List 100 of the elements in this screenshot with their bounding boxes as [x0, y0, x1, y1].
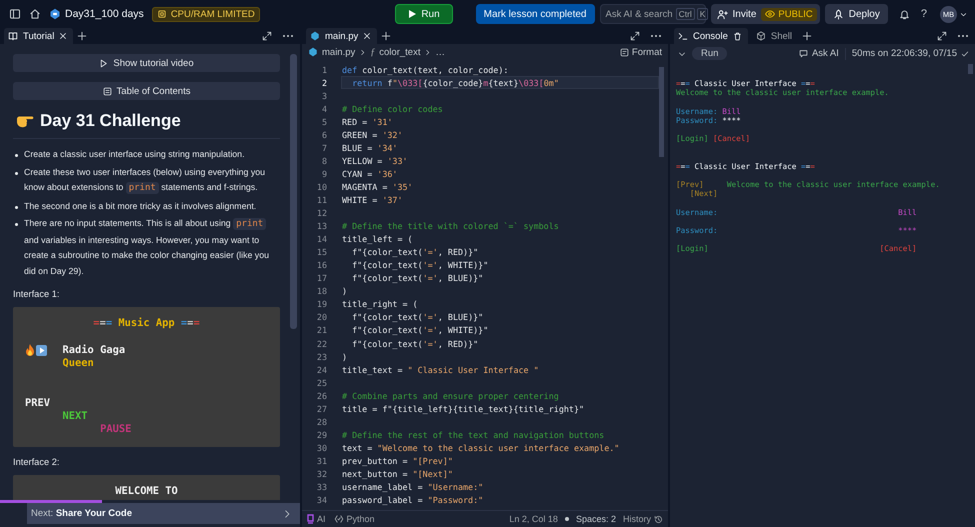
code-line[interactable]: CYAN = '36'	[341, 167, 659, 180]
tab[interactable]: main.py	[306, 28, 378, 44]
run-button[interactable]: Run	[395, 4, 453, 24]
cursor-position[interactable]: Ln 2, Col 18	[509, 514, 558, 524]
code-line[interactable]: f"{color_text('=', RED)}"	[341, 246, 659, 259]
ai-status[interactable]: AI	[307, 514, 326, 524]
close-icon[interactable]	[59, 32, 68, 40]
indent-setting[interactable]: Spaces: 2	[576, 514, 616, 524]
resource-badge[interactable]: CPU/RAM LIMITED	[152, 6, 260, 22]
mark-complete-button[interactable]: Mark lesson completed	[476, 4, 594, 24]
code-line[interactable]: def color_text(text, color_code):	[341, 63, 659, 76]
play-outline-icon	[99, 58, 108, 68]
format-button[interactable]: Format	[620, 46, 662, 58]
close-icon[interactable]	[363, 32, 372, 40]
code-line[interactable]: text = "Welcome to the classic user interface example."	[341, 441, 659, 454]
run-button[interactable]: Run	[692, 47, 728, 60]
visibility-badge[interactable]: PUBLIC	[761, 8, 817, 20]
output-text: WELCOME TO	[115, 484, 178, 498]
code-line[interactable]: f"{color_text('=', RED)}"	[341, 336, 659, 350]
plus-icon[interactable]	[381, 31, 392, 41]
ask-ai-button[interactable]: Ask AI	[798, 48, 839, 59]
bullet-text: Create a classic user interface using string manipulation.	[24, 148, 245, 161]
code-line[interactable]: # Combine parts and ensure proper centering	[341, 389, 659, 402]
expand-icon[interactable]	[262, 31, 272, 41]
code-line[interactable]: next_button = "[Next]"	[341, 467, 659, 480]
invite-button[interactable]: Invite PUBLIC	[710, 4, 820, 24]
key-cap: Ctrl	[676, 8, 695, 20]
code-line[interactable]: title_left = (	[341, 232, 659, 246]
code-line[interactable]: f"{color_text('=', BLUE)}"	[341, 272, 659, 285]
line-number: 13	[316, 221, 327, 232]
expand-icon[interactable]	[937, 31, 947, 41]
code-line[interactable]: YELLOW = '33'	[341, 154, 659, 168]
breadcrumb-item[interactable]: color_text	[379, 46, 420, 58]
code-line[interactable]: # Define the title with colored `=` symbols	[341, 220, 659, 233]
code-line[interactable]: )	[341, 350, 659, 364]
show-video-button[interactable]: Show tutorial video	[13, 54, 280, 72]
tab[interactable]: Tutorial	[4, 28, 74, 44]
breadcrumb-item[interactable]: …	[435, 46, 445, 58]
more-icon[interactable]	[650, 34, 662, 38]
eye-icon	[765, 9, 776, 19]
code-line[interactable]: MAGENTA = '35'	[341, 180, 659, 194]
code-line[interactable]: title_right = (	[341, 298, 659, 311]
project-name[interactable]: Day31_100 days	[65, 8, 144, 20]
breadcrumb-item[interactable]: main.py	[322, 46, 356, 58]
bullet-icon	[15, 154, 18, 157]
deploy-button[interactable]: Deploy	[824, 4, 888, 24]
line-number: 17	[316, 273, 327, 284]
bell-icon[interactable]	[898, 8, 910, 20]
code-line[interactable]: # Define the rest of the text and navigation buttons	[341, 428, 659, 442]
person-add-icon	[716, 8, 728, 20]
code-line[interactable]: BLUE = '34'	[341, 141, 659, 154]
tab[interactable]: Console	[674, 28, 748, 44]
expand-icon[interactable]	[630, 31, 640, 41]
line-number: 10	[316, 182, 327, 192]
code-line[interactable]: username_label = "Username:"	[341, 480, 659, 494]
output-text: PREV	[25, 396, 50, 410]
code-line[interactable]: RED = '31'	[341, 115, 659, 128]
equals-sign: =	[187, 317, 194, 330]
code-line[interactable]: f"{color_text('=', WHITE)}"	[341, 324, 659, 337]
code-line[interactable]: # Define color codes	[341, 102, 659, 116]
code-line[interactable]: f"{color_text('=', WHITE)}"	[341, 258, 659, 272]
plus-icon[interactable]	[802, 31, 812, 41]
table-of-contents-button[interactable]: Table of Contents	[13, 82, 280, 100]
format-icon	[620, 48, 629, 56]
shell-icon	[756, 31, 766, 41]
line-number: 20	[316, 312, 327, 322]
sidebar-icon[interactable]	[9, 8, 21, 20]
code-line[interactable]: prev_button = "[Prev]"	[341, 454, 659, 468]
next-lesson-link[interactable]: Next: Share Your Code	[27, 503, 300, 524]
line-number: 27	[316, 404, 327, 414]
more-icon[interactable]	[957, 34, 969, 38]
project-icon	[49, 8, 61, 20]
line-number: 28	[316, 416, 327, 427]
line-number: 14	[316, 234, 327, 244]
more-icon[interactable]	[282, 34, 294, 38]
help-button[interactable]: ?	[920, 8, 927, 20]
chip-icon	[156, 9, 167, 19]
output-text: Radio Gaga	[62, 344, 126, 357]
line-number: 11	[316, 194, 327, 205]
language-status[interactable]: Python	[334, 514, 375, 524]
plus-icon[interactable]	[77, 31, 88, 41]
code-line[interactable]: GREEN = '32'	[341, 128, 659, 142]
line-number: 3	[320, 90, 327, 101]
output-text: Music App	[118, 317, 175, 330]
code-line[interactable]: password_label = "Password:"	[341, 494, 659, 507]
history-button[interactable]: History	[622, 514, 663, 524]
code-line[interactable]: WHITE = '37'	[341, 193, 659, 207]
code-line[interactable]: f"{color_text('=', BLUE)}"	[341, 310, 659, 324]
code-line[interactable]: )	[341, 284, 659, 298]
code-line[interactable]: title_text = " Classic User Interface "	[341, 363, 659, 376]
line-number: 9	[320, 168, 327, 179]
line-number: 7	[320, 142, 327, 153]
interface-label: Interface 1:	[13, 289, 61, 299]
pointing-hand-icon	[16, 114, 34, 128]
tab[interactable]: Shell	[752, 28, 798, 44]
equals-sign: =	[193, 317, 200, 330]
code-line[interactable]: title = f"{title_left}{title_text}{title_right}"	[341, 402, 659, 416]
search-button[interactable]: Ask AI & search Ctrl K	[600, 4, 706, 24]
home-icon[interactable]	[29, 8, 41, 20]
trash-icon[interactable]	[732, 32, 742, 40]
